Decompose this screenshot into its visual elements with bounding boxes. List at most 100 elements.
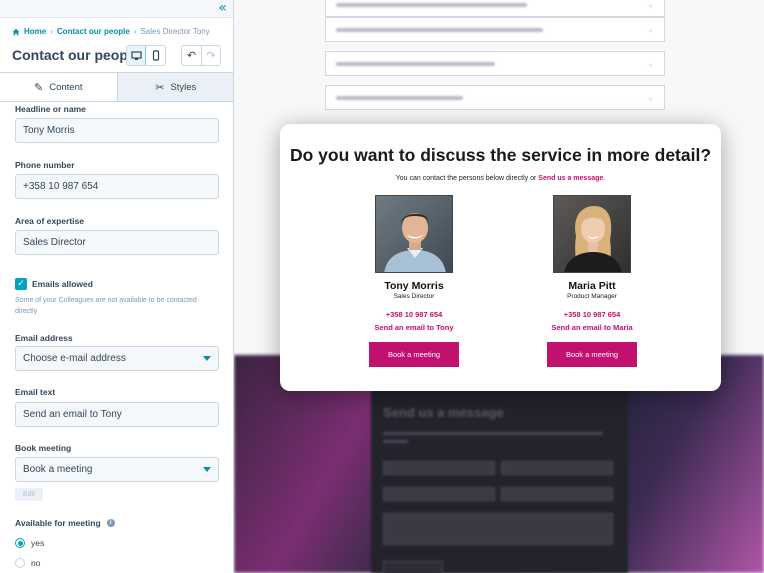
breadcrumb: Home › Contact our people › Sales Direct…	[12, 27, 210, 36]
form-field-placeholder	[501, 487, 613, 501]
undo-button[interactable]: ↶	[182, 46, 201, 65]
chevron-right-icon: ›	[133, 27, 137, 36]
info-icon[interactable]: i	[106, 519, 115, 527]
breadcrumb-module[interactable]: Contact our people	[57, 27, 130, 36]
chevron-right-icon: ›	[50, 27, 53, 36]
form-submit-placeholder	[383, 561, 443, 573]
book-meeting-button[interactable]: Book a meeting	[547, 342, 637, 367]
form-text-placeholder	[383, 432, 603, 435]
person-role: Sales Director	[393, 293, 435, 300]
person-name: Maria Pitt	[568, 280, 616, 292]
editor-panel: « Home › Contact our people › Sales Dire…	[0, 0, 234, 573]
person-email-link[interactable]: Send an email to Tony	[334, 323, 494, 332]
desktop-view-button[interactable]	[127, 46, 146, 65]
headline-input[interactable]: Tony Morris	[15, 118, 219, 143]
book-meeting-button[interactable]: Book a meeting	[369, 342, 459, 367]
radio-no-label: no	[31, 558, 41, 568]
device-toggle	[126, 45, 166, 66]
panel-topbar: «	[0, 0, 233, 18]
contact-form-card: Send us a message	[371, 365, 628, 573]
person-phone-link[interactable]: +358 10 987 654	[334, 310, 494, 319]
emails-allowed-row: ✓ Emails allowed	[15, 278, 93, 290]
radio-yes[interactable]	[15, 538, 25, 548]
breadcrumb-home[interactable]: Home	[24, 27, 46, 36]
person-phone-link[interactable]: +358 10 987 654	[512, 310, 672, 319]
faq-text-placeholder	[336, 2, 527, 7]
caret-down-icon	[203, 356, 211, 361]
pencil-icon: ✎	[34, 80, 44, 94]
subtitle-prefix: You can contact the persons below direct…	[395, 175, 539, 182]
book-meeting-label: Book meeting	[15, 443, 72, 453]
mobile-view-button[interactable]	[146, 46, 165, 65]
redo-button[interactable]: ↷	[201, 46, 220, 65]
chevron-down-icon: ⌄	[647, 59, 654, 68]
available-for-meeting-label: Available for meeting i	[15, 518, 115, 528]
form-textarea-placeholder	[383, 513, 613, 545]
radio-no-row[interactable]: no	[15, 558, 40, 568]
redo-icon: ↷	[206, 49, 216, 62]
person-name: Tony Morris	[384, 280, 444, 292]
desktop-icon	[130, 50, 142, 60]
faq-item: ⌄	[325, 85, 665, 110]
person-photo	[553, 195, 631, 273]
person-card-maria: Maria Pitt Product Manager +358 10 987 6…	[512, 195, 672, 367]
radio-yes-label: yes	[31, 538, 45, 548]
send-message-link[interactable]: Send us a message	[538, 175, 603, 182]
email-address-label: Email address	[15, 333, 73, 343]
chevron-down-icon: ⌄	[647, 0, 654, 9]
faq-text-placeholder	[336, 61, 495, 66]
available-label-text: Available for meeting	[15, 518, 101, 528]
headline-label: Headline or name	[15, 104, 86, 114]
faq-item: ⌄	[325, 51, 665, 76]
email-address-value: Choose e-mail address	[23, 353, 126, 364]
book-meeting-select[interactable]: Book a meeting	[15, 457, 219, 482]
phone-label: Phone number	[15, 160, 75, 170]
faq-text-placeholder	[336, 27, 543, 32]
person-avatar-icon	[376, 196, 452, 272]
contact-people-module[interactable]: Do you want to discuss the service in mo…	[280, 124, 721, 391]
panel-title: Contact our people	[12, 47, 140, 63]
collapse-panel-icon[interactable]: «	[218, 1, 227, 15]
form-title: Send us a message	[383, 405, 504, 420]
form-field-placeholder	[501, 461, 613, 475]
form-field-placeholder	[383, 487, 495, 501]
brush-icon: ✂	[155, 80, 165, 94]
tab-styles-label: Styles	[170, 81, 197, 93]
mobile-icon	[152, 50, 159, 61]
caret-down-icon	[203, 467, 211, 472]
expertise-label: Area of expertise	[15, 216, 84, 226]
book-meeting-value: Book a meeting	[23, 464, 93, 475]
email-text-input[interactable]: Send an email to Tony	[15, 402, 219, 427]
panel-tabs: ✎ Content ✂ Styles	[0, 72, 233, 102]
emails-help-text: Some of your Colleagues are not availabl…	[15, 297, 197, 315]
subtitle-suffix: .	[603, 175, 606, 182]
person-photo	[375, 195, 453, 273]
email-text-label: Email text	[15, 387, 56, 397]
tab-styles[interactable]: ✂ Styles	[116, 73, 233, 101]
edit-button[interactable]: Edit	[15, 488, 43, 501]
radio-no[interactable]	[15, 558, 25, 568]
tab-content[interactable]: ✎ Content	[0, 73, 117, 101]
chevron-down-icon: ⌄	[647, 25, 654, 34]
faq-item: ⌄	[325, 0, 665, 17]
person-card-tony: Tony Morris Sales Director +358 10 987 6…	[334, 195, 494, 367]
home-icon	[12, 28, 20, 35]
checkmark-icon: ✓	[17, 278, 25, 289]
undo-redo-group: ↶ ↷	[181, 45, 221, 66]
form-field-placeholder	[383, 461, 495, 475]
expertise-input[interactable]: Sales Director	[15, 230, 219, 255]
module-subtitle: You can contact the persons below direct…	[280, 175, 721, 182]
emails-allowed-label: Emails allowed	[32, 279, 93, 289]
email-address-select[interactable]: Choose e-mail address	[15, 346, 219, 371]
form-text-placeholder	[383, 440, 408, 443]
undo-icon: ↶	[186, 49, 197, 62]
person-role: Product Manager	[567, 293, 617, 300]
phone-input[interactable]: +358 10 987 654	[15, 174, 219, 199]
module-title: Do you want to discuss the service in mo…	[289, 145, 712, 165]
person-email-link[interactable]: Send an email to Maria	[512, 323, 672, 332]
emails-allowed-checkbox[interactable]: ✓	[15, 278, 27, 290]
radio-yes-row[interactable]: yes	[15, 538, 44, 548]
faq-item: ⌄	[325, 17, 665, 42]
tab-content-label: Content	[49, 81, 83, 93]
person-avatar-icon	[554, 196, 630, 272]
